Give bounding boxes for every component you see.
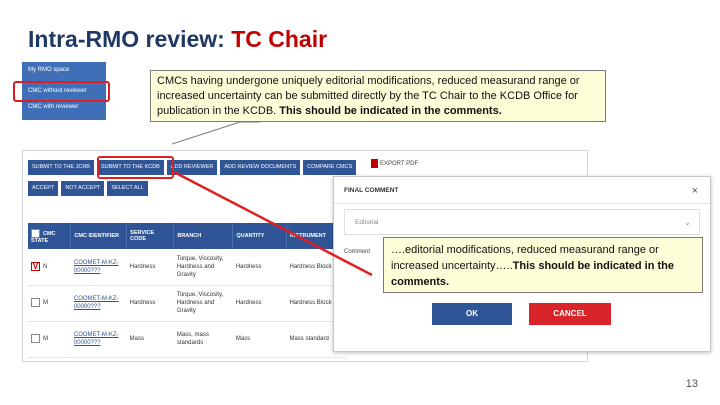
cell-branch: Torque, Viscosity, Hardness and Gravity (173, 249, 233, 286)
table-header-row: CMC STATE CMC IDENTIFIER SERVICE CODE BR… (28, 223, 347, 249)
pdf-icon (371, 159, 378, 168)
cell-cmc-identifier[interactable]: COOMET-M-KZ-00000??? (70, 285, 127, 322)
cell-branch: Mass, mass standards (173, 321, 233, 358)
modal-title: FINAL COMMENT (344, 187, 399, 194)
close-icon[interactable]: × (692, 185, 698, 197)
chevron-down-icon: ⌄ (684, 218, 691, 227)
cell-state: VN (28, 249, 71, 286)
cell-service-code: Hardness (126, 285, 174, 322)
accept-button[interactable]: ACCEPT (28, 181, 59, 196)
cell-branch: Torque, Viscosity, Hardness and Gravity (173, 285, 233, 322)
col-cmc-identifier[interactable]: CMC IDENTIFIER (70, 223, 128, 249)
cell-cmc-identifier[interactable]: COOMET-M-KZ-00000??? (70, 249, 127, 286)
compare-cmcs-button[interactable]: COMPARE CMCS (303, 160, 357, 175)
cell-cmc-identifier[interactable]: COOMET-M-KZ-00000??? (70, 321, 127, 358)
highlight-submit-kcdb (97, 156, 174, 179)
export-pdf-tab[interactable]: EXPORT PDF (371, 159, 418, 168)
cell-quantity: Hardness (232, 249, 287, 286)
cancel-button[interactable]: CANCEL (529, 303, 611, 325)
add-review-documents-button[interactable]: ADD REVIEW DOCUMENTS (220, 160, 301, 175)
ok-button[interactable]: OK (432, 303, 512, 325)
modal-divider (334, 203, 710, 204)
page-number: 13 (685, 378, 698, 390)
row-checkbox[interactable] (31, 298, 40, 308)
col-quantity[interactable]: QUANTITY (232, 223, 287, 249)
slide-title: Intra-RMO review: TC Chair (28, 26, 327, 53)
cell-state: M (28, 321, 71, 358)
toolbar-row-1: SUBMIT TO THE JCRB SUBMIT TO THE KCDB AD… (28, 160, 357, 175)
cmc-table: CMC STATE CMC IDENTIFIER SERVICE CODE BR… (28, 223, 347, 358)
cell-service-code: Mass (126, 321, 174, 358)
cell-state: M (28, 285, 71, 322)
menu-item-cmc-with-reviewer[interactable]: CMC with reviewer (28, 104, 78, 110)
comment-type-select[interactable]: Editorial ⌄ (344, 209, 700, 235)
cell-quantity: Hardness (232, 285, 287, 322)
cell-quantity: Mass (232, 321, 287, 358)
table-row[interactable]: M COOMET-M-KZ-00000??? Mass Mass, mass s… (28, 321, 346, 358)
title-prefix: Intra-RMO review: (28, 26, 232, 52)
highlight-menu-item (13, 81, 110, 102)
row-checkbox[interactable] (31, 334, 40, 344)
select-all-button[interactable]: SELECT ALL (107, 181, 148, 196)
export-pdf-label: EXPORT PDF (380, 161, 419, 168)
callout-top-bold: This should be indicated in the comments… (279, 105, 502, 117)
cell-service-code: Hardness (126, 249, 174, 286)
add-reviewer-button[interactable]: ADD REVIEWER (166, 160, 218, 175)
comment-type-value: Editorial (355, 219, 379, 226)
table-row[interactable]: VN COOMET-M-KZ-00000??? Hardness Torque,… (28, 249, 346, 286)
col-branch[interactable]: BRANCH (173, 223, 234, 249)
select-all-checkbox[interactable] (31, 228, 40, 238)
row-checkbox[interactable]: V (31, 262, 40, 272)
table-row[interactable]: M COOMET-M-KZ-00000??? Hardness Torque, … (28, 285, 346, 322)
comment-label: Comment (344, 249, 371, 255)
callout-comment: ….editorial modifications, reduced measu… (383, 237, 703, 293)
callout-top: CMCs having undergone uniquely editorial… (150, 70, 606, 122)
toolbar-row-2: ACCEPT NOT ACCEPT SELECT ALL (28, 181, 148, 196)
submit-jcrb-button[interactable]: SUBMIT TO THE JCRB (28, 160, 94, 175)
title-accent: TC Chair (231, 26, 328, 52)
callout-top-pointer (171, 121, 260, 145)
col-service-code[interactable]: SERVICE CODE (126, 223, 175, 249)
menu-item-my-rmo-space[interactable]: My RMO space (28, 67, 69, 73)
col-cmc-state[interactable]: CMC STATE (28, 223, 72, 249)
not-accept-button[interactable]: NOT ACCEPT (61, 181, 105, 196)
